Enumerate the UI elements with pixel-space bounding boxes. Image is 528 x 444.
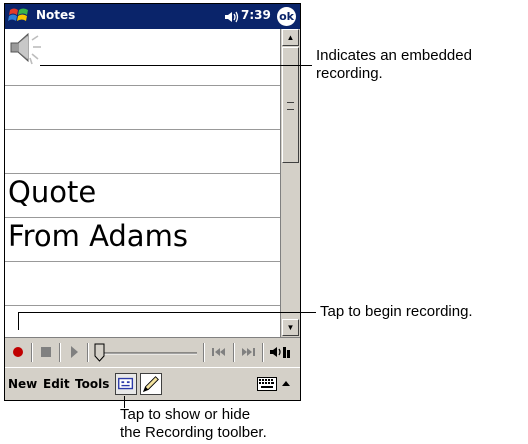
callout-leader: [40, 65, 312, 66]
volume-icon[interactable]: [224, 11, 240, 23]
recording-toolbar-toggle-icon[interactable]: [115, 373, 137, 395]
callout-text: the Recording toolber.: [120, 424, 267, 441]
callout-leader: [18, 312, 19, 330]
stop-icon[interactable]: [37, 343, 55, 361]
start-flag-icon[interactable]: [8, 6, 30, 27]
app-title: Notes: [36, 8, 76, 22]
ruled-line: [5, 85, 280, 86]
toolbar-divider: [87, 343, 88, 362]
keyboard-icon[interactable]: [257, 377, 277, 391]
callout-text: recording.: [316, 65, 383, 82]
menu-tools[interactable]: Tools: [75, 377, 109, 391]
command-bar: New Edit Tools: [5, 367, 300, 400]
volume-slider[interactable]: [93, 341, 199, 363]
scroll-up-button[interactable]: ▲: [282, 29, 299, 46]
record-icon[interactable]: [9, 343, 27, 361]
note-text-line[interactable]: Quote: [8, 175, 96, 209]
scroll-down-button[interactable]: ▼: [282, 319, 299, 336]
play-icon[interactable]: [65, 343, 83, 361]
ruled-line: [5, 305, 280, 306]
ruled-line: [5, 261, 280, 262]
callout-embedded-recording: Indicates an embedded recording.: [316, 47, 472, 83]
ok-button[interactable]: ok: [277, 7, 296, 26]
device-screen: Notes 7:39 ok Quote From Adams ▲ ▼ New E…: [4, 3, 301, 401]
skip-forward-icon[interactable]: [238, 343, 258, 361]
toolbar-divider: [31, 343, 32, 362]
speaker-toggle-icon[interactable]: [268, 343, 292, 361]
clock[interactable]: 7:39: [241, 8, 271, 22]
navigation-bar: Notes 7:39 ok: [5, 4, 300, 29]
ruled-line: [5, 173, 280, 174]
note-text-line[interactable]: From Adams: [8, 219, 188, 253]
menu-edit[interactable]: Edit: [43, 377, 70, 391]
skip-back-icon[interactable]: [209, 343, 229, 361]
ruled-line: [5, 217, 280, 218]
callout-text: Indicates an embedded: [316, 47, 472, 64]
toolbar-divider: [262, 343, 263, 362]
toolbar-divider: [233, 343, 234, 362]
toolbar-divider: [203, 343, 204, 362]
grip-icon: [287, 102, 294, 110]
pen-icon[interactable]: [140, 373, 162, 395]
input-menu-arrow-icon[interactable]: [281, 379, 291, 389]
callout-leader: [18, 312, 316, 313]
callout-begin-recording: Tap to begin recording.: [320, 303, 473, 320]
toolbar-divider: [59, 343, 60, 362]
menu-new[interactable]: New: [8, 377, 37, 391]
callout-text: Tap to show or hide: [120, 406, 251, 423]
note-writing-area[interactable]: Quote From Adams: [5, 29, 280, 337]
vertical-scrollbar[interactable]: ▲ ▼: [280, 29, 300, 337]
speaker-icon[interactable]: [8, 31, 46, 65]
callout-toggle-toolbar: Tap to show or hide the Recording toolbe…: [120, 406, 267, 442]
ruled-line: [5, 129, 280, 130]
recording-toolbar: [5, 337, 300, 367]
